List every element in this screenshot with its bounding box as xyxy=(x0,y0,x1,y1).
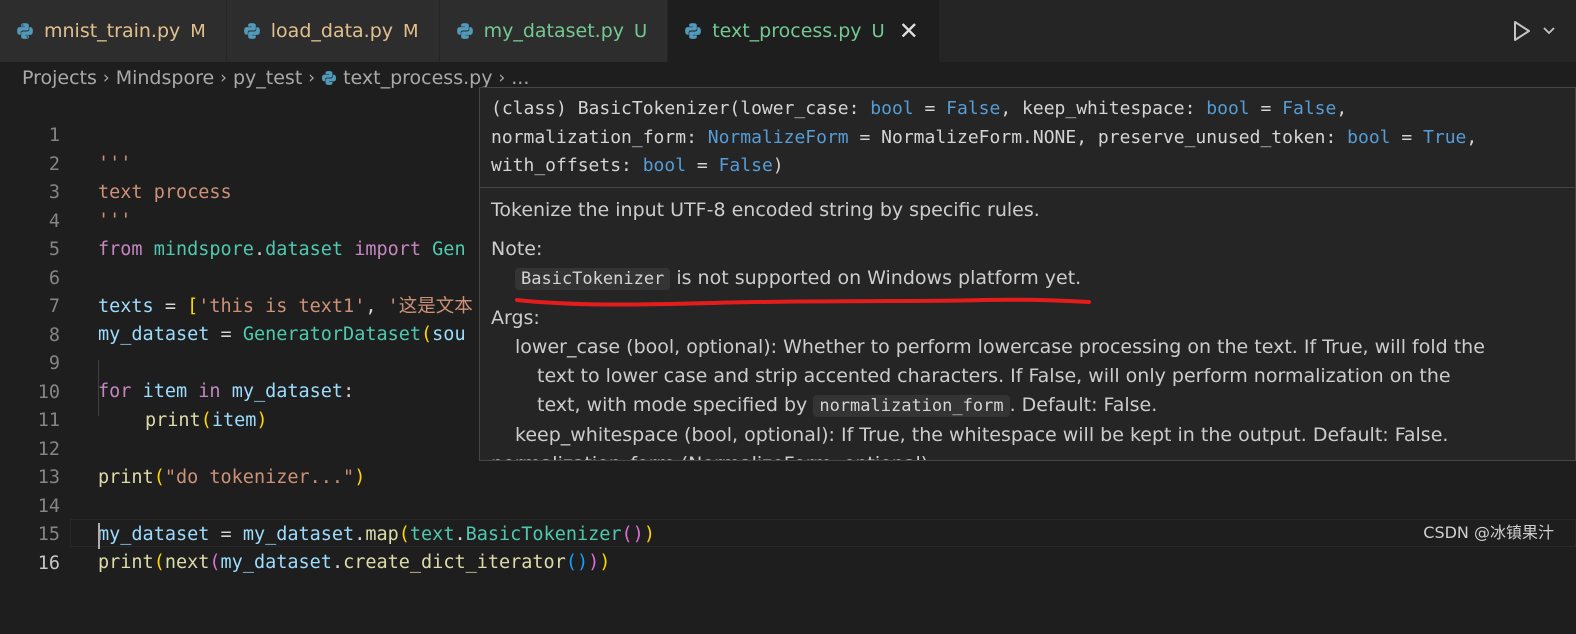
code-line: 14 my_dataset = my_dataset.map(text.Basi… xyxy=(0,465,1576,545)
signature-line: normalization_form: NormalizeForm = Norm… xyxy=(491,124,1564,153)
sig-type: bool xyxy=(642,155,687,176)
tab-my-dataset[interactable]: my_dataset.py U xyxy=(439,0,669,62)
python-file-icon xyxy=(243,23,260,39)
python-file-icon xyxy=(322,71,337,85)
function-name: next xyxy=(164,552,210,573)
arg-line: text, with mode specified by normalizati… xyxy=(491,391,1564,421)
inline-code: BasicTokenizer xyxy=(515,267,671,290)
sig-type: bool xyxy=(1347,126,1391,148)
modified-badge: M xyxy=(403,20,419,42)
sig-value: False xyxy=(1282,98,1337,119)
sig-value: False xyxy=(718,155,773,176)
variable: my_dataset xyxy=(220,552,332,573)
tab-bar-spacer xyxy=(939,0,1512,62)
arg-text: . Default: False. xyxy=(1009,393,1158,416)
red-underline-annotation xyxy=(515,297,1091,307)
code-line: 15 print(next(my_dataset.create_dict_ite… xyxy=(0,493,1576,573)
close-icon[interactable]: ✕ xyxy=(899,17,919,45)
arg-line: text to lower case and strip accented ch… xyxy=(537,364,1451,387)
play-icon[interactable] xyxy=(1512,20,1532,42)
note-line: BasicTokenizer is not supported on Windo… xyxy=(491,264,1564,294)
sig-text: = xyxy=(1390,126,1424,148)
sig-text: , xyxy=(1466,126,1478,148)
tab-label: my_dataset.py xyxy=(483,20,624,42)
signature-line: with_offsets: bool = False) xyxy=(491,152,1564,181)
bracket: ( xyxy=(209,552,221,573)
bracket: ( xyxy=(153,552,165,573)
sig-text: = NormalizeForm.NONE, preserve_unused_to… xyxy=(848,126,1348,148)
text-cursor xyxy=(98,522,100,549)
note-text: is not supported on Windows platform yet… xyxy=(670,266,1082,289)
sig-text: with_offsets: xyxy=(491,155,643,176)
note-label: Note: xyxy=(491,237,543,260)
sig-text: ) xyxy=(772,155,784,176)
signature: (class) BasicTokenizer(lower_case: bool … xyxy=(480,88,1575,188)
sig-text: , xyxy=(1336,98,1348,119)
tab-label: load_data.py xyxy=(270,20,394,42)
breadcrumb-item[interactable]: Projects xyxy=(22,67,97,89)
python-file-icon xyxy=(17,23,33,39)
modified-badge: M xyxy=(190,20,206,42)
breadcrumb-item[interactable]: Mindspore xyxy=(116,67,214,89)
tab-label: mnist_train.py xyxy=(44,20,181,42)
chevron-down-icon[interactable] xyxy=(1542,26,1556,36)
bracket: ) xyxy=(599,552,611,573)
hover-tooltip: (class) BasicTokenizer(lower_case: bool … xyxy=(479,87,1576,461)
function-name: print xyxy=(98,552,154,573)
function-name: create_dict_iterator xyxy=(343,552,566,573)
bracket: () xyxy=(565,552,589,573)
doc-summary: Tokenize the input UTF-8 encoded string … xyxy=(491,198,1040,221)
sig-type: NormalizeForm xyxy=(707,126,849,148)
chevron-right-icon: › xyxy=(308,68,316,88)
line-number: 16 xyxy=(37,552,60,574)
sig-text: (class) BasicTokenizer(lower_case: xyxy=(491,98,871,119)
arg-line: normalization_form (NormalizeForm, optio… xyxy=(491,450,1564,461)
breadcrumb-item[interactable]: text_process.py xyxy=(343,67,492,89)
chevron-right-icon: › xyxy=(102,68,110,88)
chevron-right-icon: › xyxy=(498,68,506,88)
tab-text-process[interactable]: text_process.py U ✕ xyxy=(668,0,940,62)
chevron-right-icon: › xyxy=(220,68,227,88)
arg-line: lower_case (bool, optional): Whether to … xyxy=(515,335,1485,358)
signature-line: (class) BasicTokenizer(lower_case: bool … xyxy=(491,95,1564,124)
sig-text: , keep_whitespace: xyxy=(1000,98,1207,119)
run-controls xyxy=(1512,0,1576,62)
sig-text: = xyxy=(1249,98,1283,119)
arg-text: text, with mode specified by xyxy=(537,393,814,416)
sig-text: = xyxy=(913,98,947,119)
untracked-badge: U xyxy=(634,20,648,42)
sig-text: normalization_form: xyxy=(491,126,708,148)
tab-bar: mnist_train.py M load_data.py M my_datas… xyxy=(0,0,1576,62)
sig-value: True xyxy=(1423,126,1467,148)
untracked-badge: U xyxy=(871,20,885,42)
sig-value: False xyxy=(946,98,1001,119)
inline-code: normalization_form xyxy=(813,394,1010,417)
watermark: CSDN @冰镇果汁 xyxy=(1423,523,1554,542)
code-line: 16 xyxy=(0,522,1576,574)
tab-mnist-train[interactable]: mnist_train.py M xyxy=(0,0,227,62)
breadcrumb-item[interactable]: ... xyxy=(511,67,529,89)
bracket: ) xyxy=(588,552,600,573)
dot: . xyxy=(331,552,344,573)
tab-label: text_process.py xyxy=(712,20,862,42)
code-text: print(next(my_dataset.create_dict_iterat… xyxy=(98,549,610,577)
python-file-icon xyxy=(685,23,702,39)
breadcrumb-item[interactable]: py_test xyxy=(233,67,302,89)
sig-type: bool xyxy=(1206,98,1250,119)
tab-load-data[interactable]: load_data.py M xyxy=(226,0,440,62)
arg-line: keep_whitespace (bool, optional): If Tru… xyxy=(515,423,1449,446)
documentation: Tokenize the input UTF-8 encoded string … xyxy=(480,188,1575,461)
sig-type: bool xyxy=(870,98,914,119)
python-file-icon xyxy=(456,23,473,39)
sig-text: = xyxy=(686,155,719,176)
